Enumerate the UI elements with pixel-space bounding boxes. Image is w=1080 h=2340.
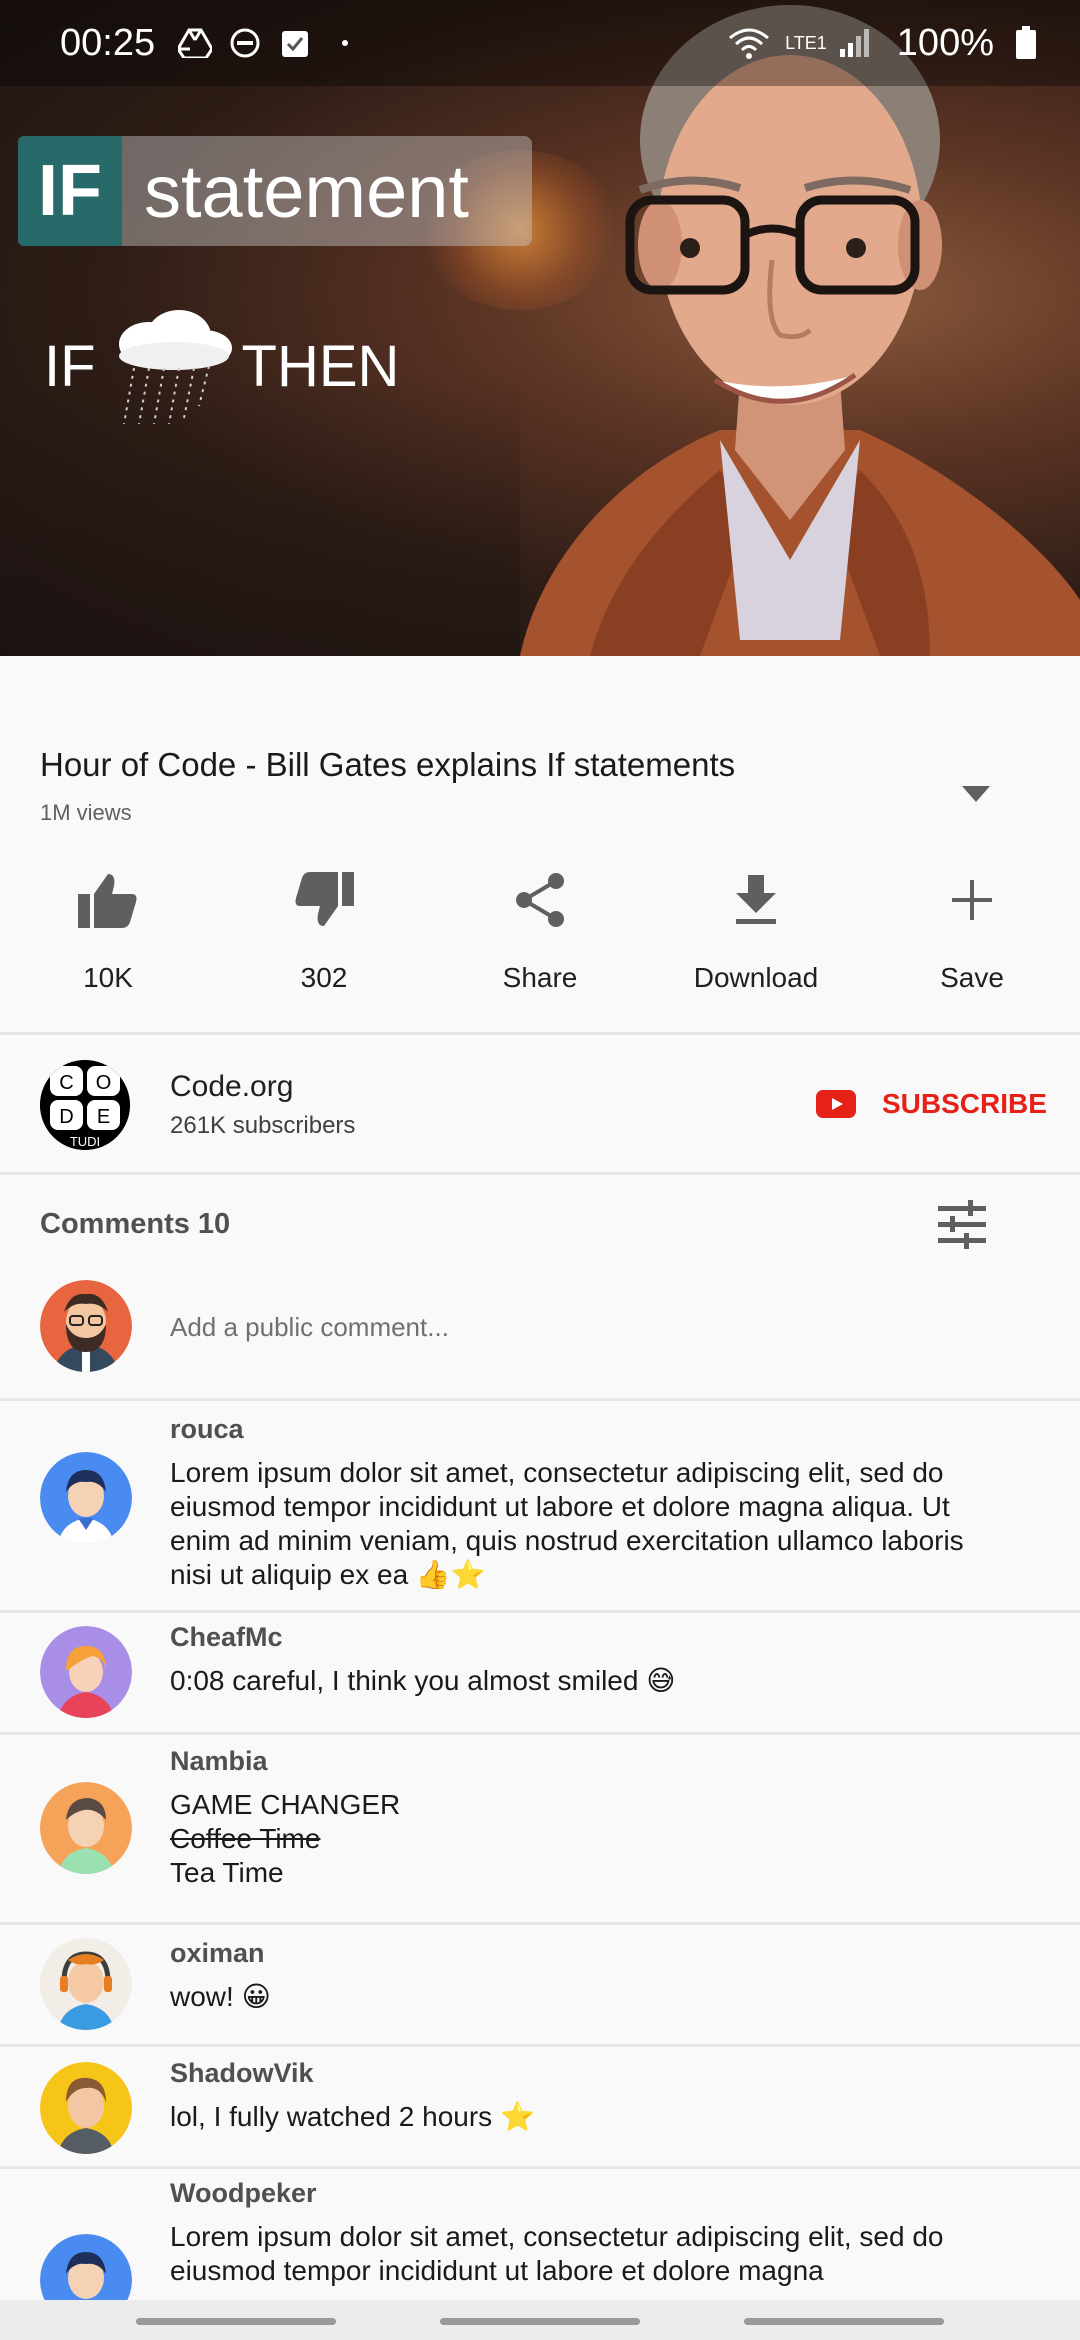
comment-item: ShadowVik lol, I fully watched 2 hours ⭐ [0,2046,1080,2166]
download-button[interactable]: Download [648,860,864,1030]
comment-author[interactable]: CheafMc [170,1622,283,1653]
comment-item: oximan wow! 😀 [0,1924,1080,2044]
plus-icon [940,868,1004,932]
video-player[interactable]: IF statement IF THEN [0,0,1080,656]
comment-item: Woodpeker Lorem ipsum dolor sit amet, co… [0,2168,1080,2300]
current-user-avatar [40,1280,132,1372]
subscribe-label: SUBSCRIBE [882,1088,1047,1119]
comment-avatar[interactable] [40,1626,132,1718]
battery-percent: 100% [896,21,994,64]
share-icon [508,868,572,932]
presenter-image [520,5,1080,656]
view-count: 1M views [40,800,132,825]
comments-header: Comments 10 [40,1208,231,1240]
comment-avatar[interactable] [40,2062,132,2154]
expand-description-icon[interactable] [960,784,992,804]
comment-author[interactable]: ShadowVik [170,2058,314,2089]
action-bar: 10K 302 Share Download Save [0,860,1080,1030]
comment-avatar[interactable] [40,1782,132,1874]
background-shade [0,380,520,656]
if-word: IF [44,333,96,399]
wifi-icon [727,25,771,61]
task-check-icon [277,25,313,61]
sort-filter-icon[interactable] [934,1200,990,1250]
comment-text-line: Tea Time [170,1857,284,1888]
comment-author[interactable]: rouca [170,1414,244,1445]
thumb-down-icon [292,868,356,932]
logo-letter-o: O [96,1072,112,1094]
comment-text: Lorem ipsum dolor sit amet, consectetur … [170,1457,964,1590]
comment-avatar[interactable] [40,1452,132,1544]
download-icon [724,868,788,932]
nav-recents-handle[interactable] [136,2318,336,2325]
system-navigation-bar [0,2300,1080,2340]
logo-letter-c: C [59,1072,73,1094]
subscriber-count: 261K subscribers [170,1112,356,1139]
logo-letter-e: E [97,1106,110,1128]
comment-text: lol, I fully watched 2 hours ⭐ [170,2101,535,2132]
dislike-count: 302 [300,962,348,993]
drive-icon [177,25,213,61]
status-time: 00:25 [60,21,156,64]
comment-author[interactable]: Nambia [170,1746,268,1777]
then-word: THEN [241,333,400,399]
battery-icon [1008,25,1044,61]
signal-icon [837,25,873,61]
comment-avatar[interactable] [40,2234,132,2300]
comment-text: Lorem ipsum dolor sit amet, consectetur … [170,2221,944,2286]
like-count: 10K [83,962,133,993]
channel-row[interactable]: C O D E TUDI Code.org 261K subscribers S… [0,1036,1080,1172]
comment-text: wow! 😀 [170,1981,271,2012]
add-comment-row[interactable]: Add a public comment... [0,1276,1080,1402]
comment-item: CheafMc 0:08 careful, I think you almost… [0,1612,1080,1732]
badge-statement-text: statement [122,136,532,246]
comment-item: Nambia GAME CHANGER Coffee Time Tea Time [0,1734,1080,1922]
logo-letter-d: D [59,1106,73,1128]
nav-home-handle[interactable] [440,2318,640,2325]
comment-avatar[interactable] [40,1938,132,2030]
subscribe-button[interactable]: SUBSCRIBE [816,1088,1047,1120]
comment-text: 0:08 careful, I think you almost smiled … [170,1665,676,1696]
do-not-disturb-icon [227,25,263,61]
comment-text-strikethrough: Coffee Time [170,1823,321,1854]
download-label: Download [693,962,819,993]
logo-bottom-text: TUDI [70,1134,100,1149]
badge-if-text: IF [18,136,122,246]
youtube-logo-icon [816,1090,856,1118]
comment-text-line: GAME CHANGER [170,1789,401,1820]
save-button[interactable]: Save [864,860,1080,1030]
share-label: Share [502,962,578,993]
notification-dot-icon [327,25,363,61]
network-type-label: LTE1 [785,32,827,53]
comment-author[interactable]: Woodpeker [170,2178,317,2209]
like-button[interactable]: 10K [0,860,216,1030]
nav-back-handle[interactable] [744,2318,944,2325]
add-comment-input[interactable]: Add a public comment... [170,1312,449,1343]
thumb-up-icon [76,868,140,932]
code-org-logo: C O D E TUDI [40,1060,130,1150]
divider [0,1032,1080,1035]
rain-cloud-icon [118,310,232,425]
status-bar: 00:25 LTE1 100% [0,0,1080,86]
if-then-caption: IF THEN [44,310,400,425]
channel-name[interactable]: Code.org [170,1070,293,1104]
channel-avatar[interactable]: C O D E TUDI [40,1060,130,1150]
divider [0,1172,1080,1175]
if-statement-badge: IF statement [18,136,532,246]
share-button[interactable]: Share [432,860,648,1030]
save-label: Save [940,962,1004,993]
comment-item: rouca Lorem ipsum dolor sit amet, consec… [0,1400,1080,1610]
video-title: Hour of Code - Bill Gates explains If st… [40,746,736,783]
comment-author[interactable]: oximan [170,1938,265,1969]
dislike-button[interactable]: 302 [216,860,432,1030]
